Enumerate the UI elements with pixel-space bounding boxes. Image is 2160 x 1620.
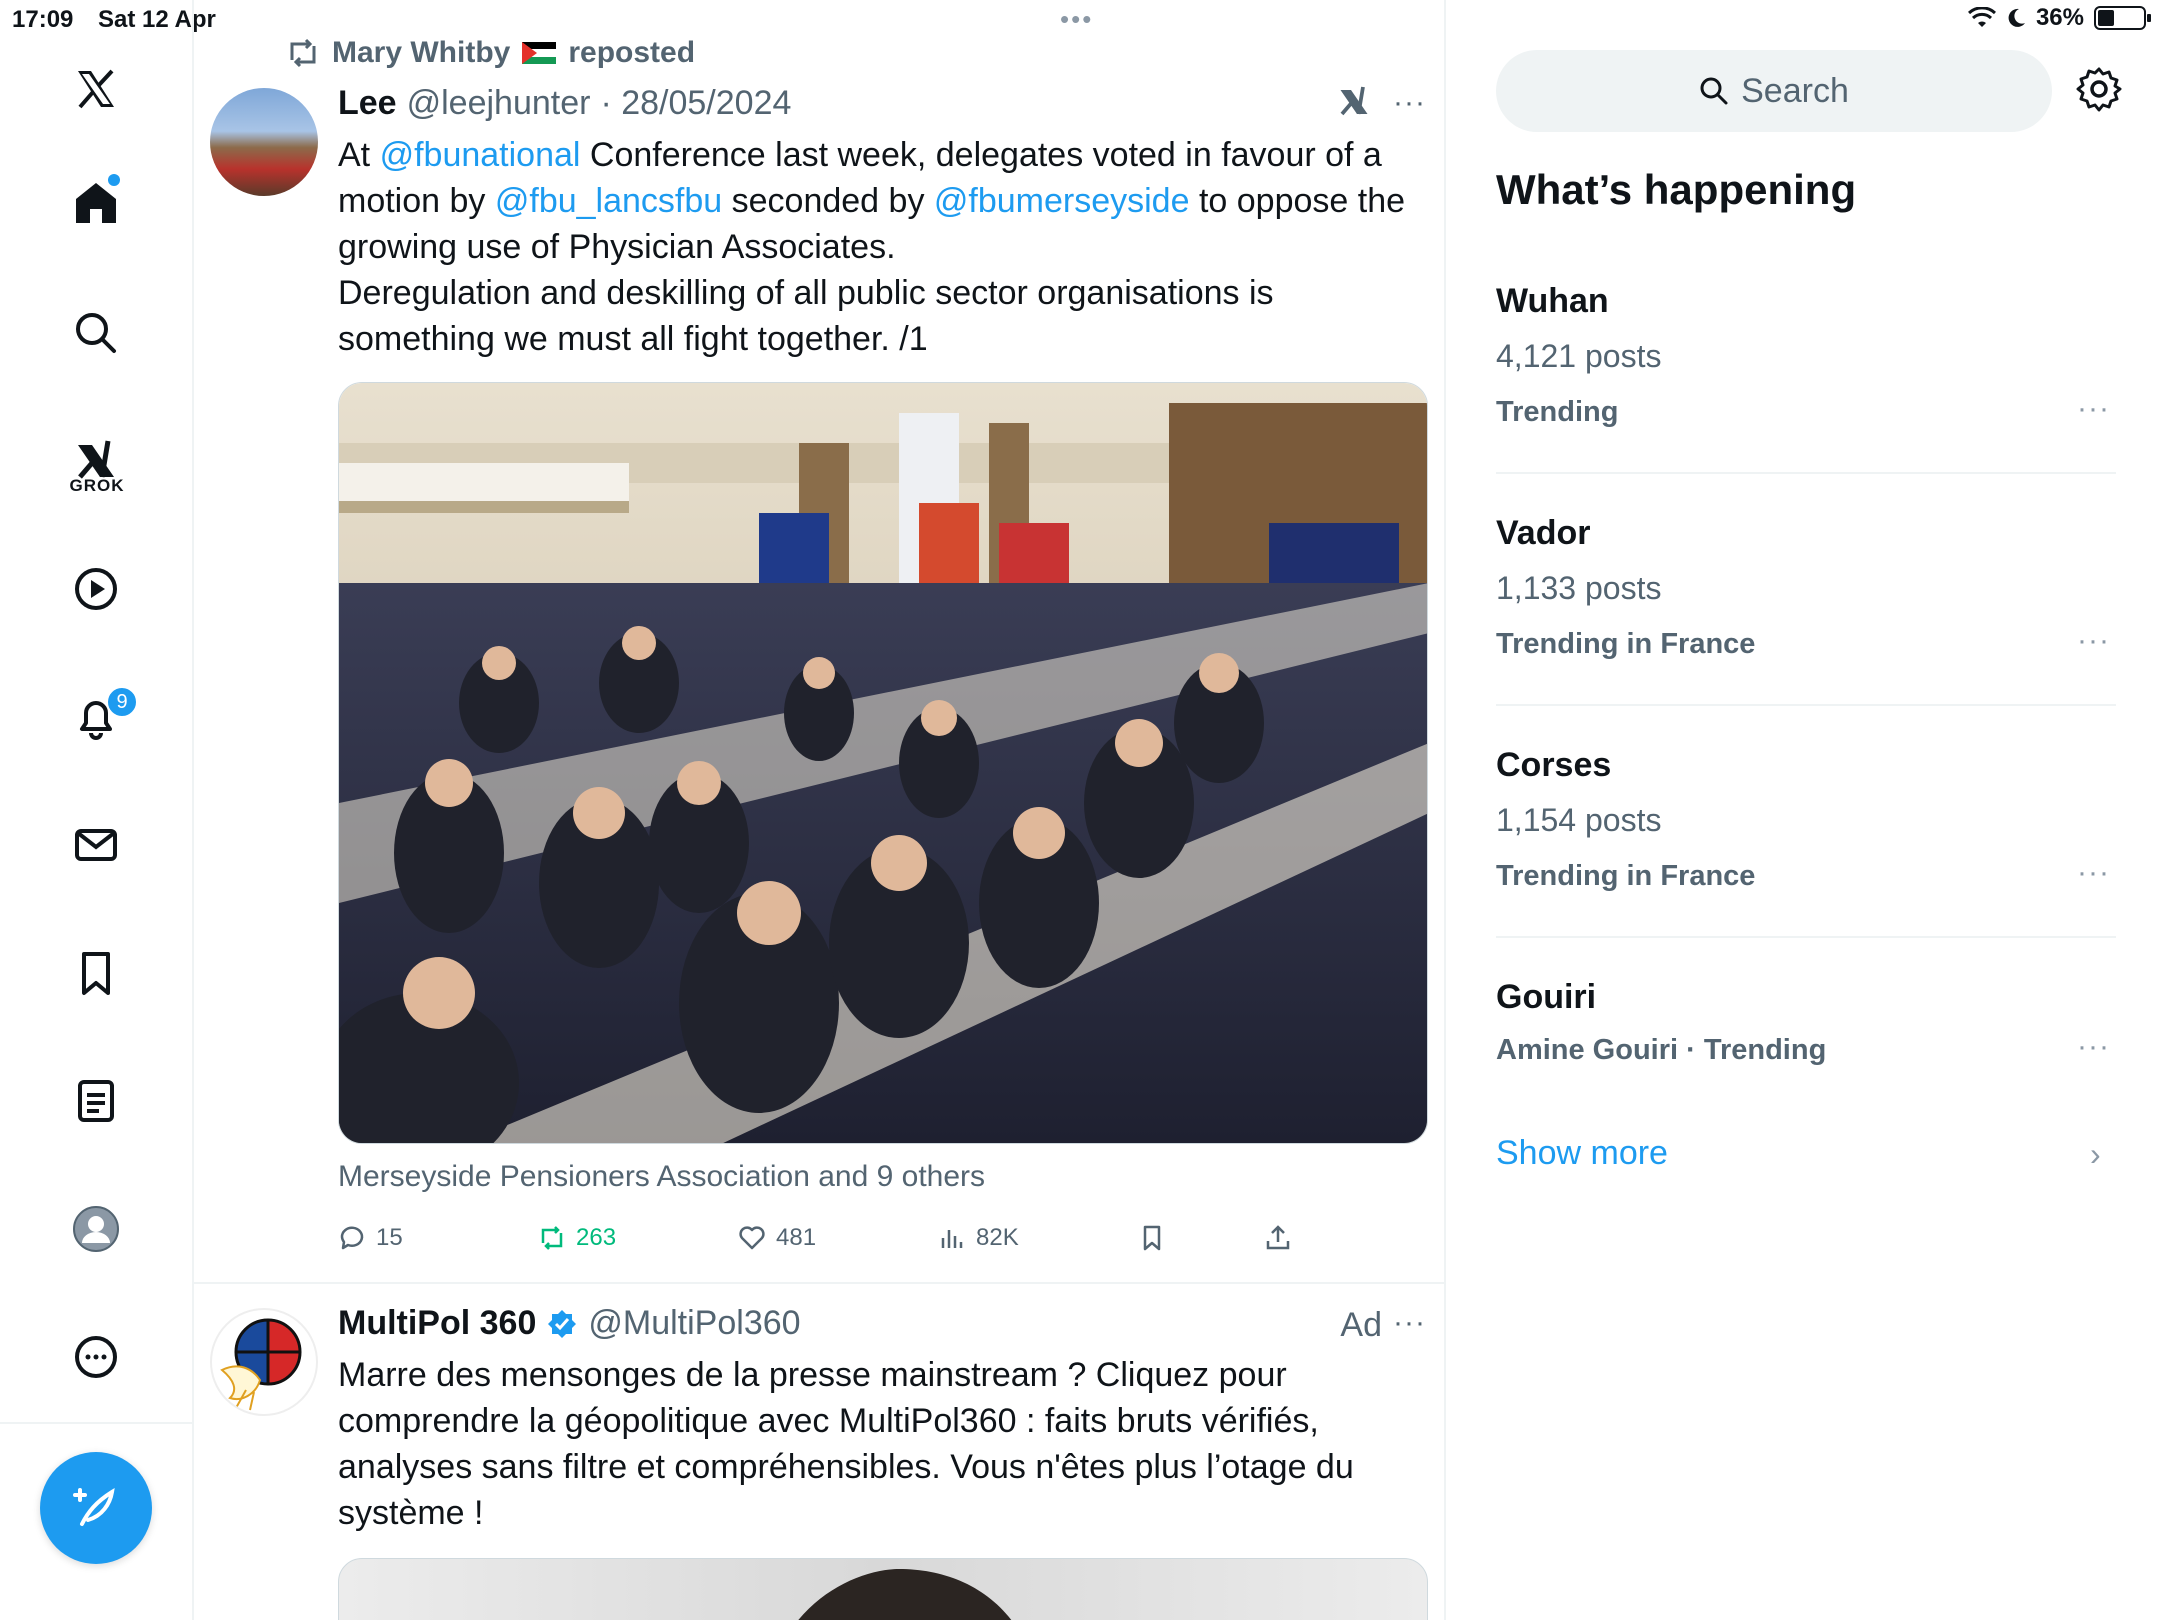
notifications-badge: 9: [106, 686, 138, 718]
tweet-media[interactable]: [338, 1558, 1428, 1620]
trend-divider: [1496, 936, 2116, 938]
trend-context: Trending: [1496, 396, 1619, 428]
trend-posts: 1,154 posts: [1496, 802, 1662, 838]
trend-name: Vador: [1496, 514, 1591, 552]
sidebar-item-home[interactable]: [55, 162, 137, 244]
right-sidebar: Search What’s happening Wuhan 4,121 post…: [1446, 0, 2160, 1620]
tweet-header: MultiPol 360 @MultiPol360: [338, 1304, 801, 1343]
mail-icon: [75, 829, 117, 861]
sidebar-item-messages[interactable]: [55, 804, 137, 886]
x-logo-icon[interactable]: [55, 48, 137, 130]
verified-badge-icon: [548, 1309, 577, 1338]
home-unread-dot: [108, 174, 120, 186]
trend-more-icon[interactable]: ···: [2077, 1030, 2110, 1064]
trend-context: Trending in France: [1496, 628, 1756, 660]
author-handle[interactable]: @MultiPol360: [588, 1304, 800, 1343]
sidebar-item-bookmarks[interactable]: [55, 932, 137, 1014]
gear-icon: [2076, 67, 2122, 112]
avatar[interactable]: [210, 1308, 318, 1416]
search-input[interactable]: Search: [1496, 50, 2052, 132]
more-options-icon[interactable]: ···: [1393, 1306, 1426, 1340]
search-icon: [76, 313, 116, 353]
trend-name: Corses: [1496, 746, 1612, 784]
promoted-tweet[interactable]: MultiPol 360 @MultiPol360 Ad ··· Marre d…: [194, 0, 1444, 1620]
grok-label: GROK: [69, 476, 125, 495]
trend-name: Gouiri: [1496, 978, 1597, 1016]
search-icon: [1700, 77, 1728, 105]
trend-name: Wuhan: [1496, 282, 1609, 320]
trend-more-icon[interactable]: ···: [2077, 392, 2110, 426]
trend-context: Trending in France: [1496, 860, 1756, 892]
lists-icon: [78, 1080, 114, 1122]
show-more-link[interactable]: Show more: [1496, 1134, 1668, 1173]
trend-context: Amine Gouiri · Trending: [1496, 1034, 1827, 1066]
tweet-text: Marre des mensonges de la presse mainstr…: [338, 1356, 1354, 1532]
settings-button[interactable]: [2076, 66, 2122, 117]
trend-item[interactable]: Corses 1,154 posts Trending in France ··…: [1496, 744, 2116, 934]
sidebar-item-video[interactable]: [55, 548, 137, 630]
sidebar-item-lists[interactable]: [55, 1060, 137, 1142]
profile-icon: [73, 1206, 119, 1252]
trend-divider: [1496, 472, 2116, 474]
chevron-right-icon: ›: [2090, 1136, 2101, 1172]
sidebar-item-more[interactable]: [55, 1316, 137, 1398]
sidebar-item-search[interactable]: [55, 292, 137, 374]
trend-posts: 4,121 posts: [1496, 338, 1662, 374]
home-icon: [76, 183, 116, 223]
bookmark-icon: [82, 952, 110, 995]
compose-button[interactable]: [40, 1452, 152, 1564]
trend-posts: 1,133 posts: [1496, 570, 1662, 606]
video-icon: [75, 568, 117, 610]
sidebar-divider: [0, 1422, 194, 1424]
trend-more-icon[interactable]: ···: [2077, 624, 2110, 658]
section-title: What’s happening: [1496, 166, 1857, 213]
trend-item[interactable]: Wuhan 4,121 posts Trending ···: [1496, 280, 2116, 470]
sidebar-item-profile[interactable]: [55, 1188, 137, 1270]
compose-icon: [73, 1487, 115, 1526]
trend-more-icon[interactable]: ···: [2077, 856, 2110, 890]
trend-item[interactable]: Gouiri Amine Gouiri · Trending ···: [1496, 976, 2116, 1086]
more-icon: [75, 1336, 117, 1378]
author-name[interactable]: MultiPol 360: [338, 1304, 536, 1343]
search-placeholder: Search: [1741, 71, 1849, 110]
trend-divider: [1496, 704, 2116, 706]
trend-item[interactable]: Vador 1,133 posts Trending in France ···: [1496, 512, 2116, 702]
ad-label: Ad: [1340, 1306, 1382, 1344]
sidebar-nav: GROK 9: [0, 0, 194, 1620]
timeline: Mary Whitby reposted Lee @leejhunter · 2…: [194, 0, 1446, 1620]
